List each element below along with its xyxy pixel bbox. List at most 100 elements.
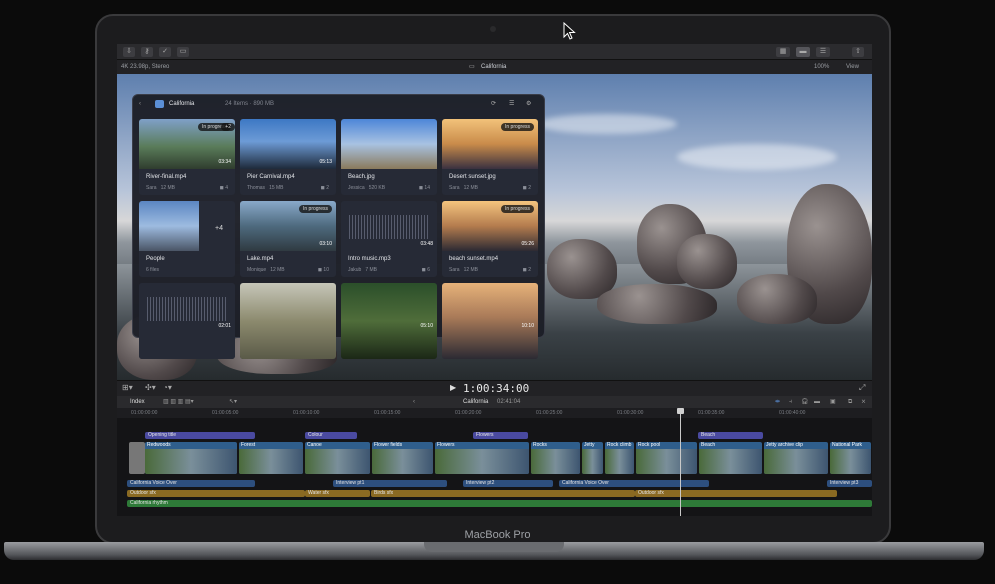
video-clip[interactable]: Rock climb xyxy=(605,442,634,474)
video-clip[interactable]: Flower fields xyxy=(372,442,433,474)
owner-label: Jessica xyxy=(348,185,365,191)
rock xyxy=(547,239,617,299)
media-tile[interactable]: In progress Desert sunset.jpg Sara 12 MB ◼ 2 xyxy=(442,119,538,195)
media-tile[interactable]: 05:10 xyxy=(341,283,437,359)
back-icon[interactable]: ‹ xyxy=(139,95,141,113)
transitions-icon[interactable]: ⧉ xyxy=(848,396,852,408)
media-tile[interactable]: 03:48 Intro music.mp3 Jakub 7 MB ◼ 6 xyxy=(341,201,437,277)
title-clip[interactable]: Flowers xyxy=(473,432,528,439)
check-icon[interactable]: ✓ xyxy=(159,47,171,57)
size-label: 520 KB xyxy=(368,185,386,191)
media-tile[interactable]: In progress 03:34 +2 River-final.mp4 Sara 12 … xyxy=(139,119,235,195)
solo-icon[interactable]: ▬ xyxy=(814,396,820,408)
video-clip[interactable]: Rock pool xyxy=(636,442,697,474)
video-clip[interactable]: Flowers xyxy=(435,442,529,474)
timeline-project: California xyxy=(463,399,489,405)
settings-icon[interactable]: ⚙ xyxy=(526,95,531,113)
timecode: 1:00:34:00 xyxy=(463,382,530,395)
layout-browser-icon[interactable]: ▦ xyxy=(776,47,790,57)
owner-label: Monique xyxy=(247,267,267,273)
sync-icon[interactable]: ⟳ xyxy=(491,95,496,113)
media-tile[interactable]: +4 People 6 files xyxy=(139,201,235,277)
duration-label: 05:13 xyxy=(319,159,332,165)
keyword-icon[interactable]: ⚷ xyxy=(141,47,153,57)
snapping-icon[interactable]: ⇹ xyxy=(775,396,780,408)
clip-tools-icon[interactable]: ▥ ▥ ▥ ▤▾ xyxy=(163,396,194,408)
media-tile[interactable]: 02:01 xyxy=(139,283,235,359)
voice-clip[interactable]: Interview pt3 xyxy=(827,480,872,487)
video-clip[interactable]: Redwoods xyxy=(145,442,237,474)
ruler-tick: 01:00:20:00 xyxy=(455,410,482,416)
close-timeline-icon[interactable]: ⨯ xyxy=(861,396,866,408)
voice-clip[interactable]: California Voice Over xyxy=(559,480,709,487)
ruler-tick: 01:00:00:00 xyxy=(131,410,158,416)
audio-icon[interactable]: 🎧︎ xyxy=(801,396,809,408)
export-icon[interactable]: ⇧ xyxy=(852,47,864,57)
clip-filmstrip xyxy=(531,449,580,474)
voice-clip[interactable]: Interview pt1 xyxy=(333,480,447,487)
speed-icon[interactable]: ◔▾ xyxy=(163,383,172,392)
media-name: Desert sunset.jpg xyxy=(449,174,496,180)
comment-count: ◼ 6 xyxy=(421,267,430,273)
media-tile[interactable]: In progress 03:10 Lake.mp4 Monique 12 MB ◼ 10 xyxy=(240,201,336,277)
clip-appearance-icon[interactable]: ⊞▾ xyxy=(122,383,133,392)
duration-label: 03:48 xyxy=(420,241,433,247)
voice-clip[interactable]: Interview pt2 xyxy=(463,480,553,487)
video-clip[interactable]: Beach xyxy=(699,442,762,474)
project-title: California xyxy=(481,64,507,70)
status-badge: In progress xyxy=(298,205,332,213)
music-clip[interactable]: California rhythm xyxy=(127,500,872,507)
title-clip[interactable]: Opening title xyxy=(145,432,255,439)
select-tool-icon[interactable]: ↖▾ xyxy=(229,396,237,408)
title-clip[interactable]: Beach xyxy=(698,432,763,439)
playhead[interactable] xyxy=(680,408,681,516)
voice-clip[interactable]: California Voice Over xyxy=(127,480,255,487)
playhead-handle[interactable] xyxy=(677,408,684,414)
view-dropdown[interactable]: View xyxy=(846,60,859,74)
media-tile[interactable]: 05:13 Pier Carnival.mp4 Thomas 15 MB ◼ 2 xyxy=(240,119,336,195)
layout-timeline-icon[interactable]: ▬ xyxy=(796,47,810,57)
title-clip[interactable]: Colour xyxy=(305,432,357,439)
video-clip[interactable]: Canoe xyxy=(305,442,370,474)
media-tile[interactable] xyxy=(240,283,336,359)
media-tile[interactable]: Beach.jpg Jessica 520 KB ◼ 14 xyxy=(341,119,437,195)
index-button[interactable]: Index xyxy=(130,396,145,408)
clip-label: Flowers xyxy=(437,442,455,448)
cloud xyxy=(677,144,837,170)
media-tile[interactable]: 10:10 xyxy=(442,283,538,359)
ruler-tick: 01:00:25:00 xyxy=(536,410,563,416)
video-clip[interactable]: Jetty xyxy=(582,442,603,474)
size-label: 15 MB xyxy=(269,185,284,191)
size-label: 12 MB xyxy=(463,267,479,273)
history-back-icon[interactable]: ‹ xyxy=(413,396,415,408)
effects-icon[interactable]: ▣ xyxy=(830,396,836,408)
owner-label: 6 files xyxy=(146,267,160,273)
video-clip[interactable]: Forest xyxy=(239,442,303,474)
media-name: People xyxy=(146,256,165,262)
video-clip[interactable]: Jetty archive clip xyxy=(764,442,828,474)
sfx-clip[interactable]: Water sfx xyxy=(305,490,370,497)
status-badge: In progress xyxy=(500,205,534,213)
clip-label: Rock pool xyxy=(638,442,661,448)
list-view-icon[interactable]: ☰ xyxy=(509,95,514,113)
video-clip[interactable]: Rocks xyxy=(531,442,580,474)
sfx-clip[interactable]: Outdoor sfx xyxy=(127,490,305,497)
duration-label: 03:10 xyxy=(319,241,332,247)
fullscreen-icon[interactable]: ⤢ xyxy=(859,383,865,393)
owner-label: Thomas xyxy=(247,185,266,191)
extra-count: +4 xyxy=(215,225,223,232)
inspector-icon[interactable]: ☰ xyxy=(816,47,830,57)
waveform xyxy=(349,215,429,239)
media-meta: Jessica 520 KB xyxy=(348,185,385,191)
video-clip[interactable]: National Park xyxy=(830,442,871,474)
media-tile[interactable]: In progress 05:26 beach sunset.mp4 Sara 12 M… xyxy=(442,201,538,277)
zoom-dropdown[interactable]: 100% xyxy=(814,60,829,74)
sfx-clip[interactable]: Outdoor sfx xyxy=(635,490,837,497)
sfx-clip[interactable]: Birds sfx xyxy=(371,490,635,497)
import-icon[interactable]: ⇩ xyxy=(123,47,135,57)
clip-filmstrip xyxy=(435,449,529,474)
transform-icon[interactable]: ✣▾ xyxy=(145,383,156,392)
share-icon[interactable]: ▭ xyxy=(177,47,189,57)
skimming-icon[interactable]: ⫞ xyxy=(789,396,792,408)
play-icon[interactable]: ▶ xyxy=(450,383,456,392)
